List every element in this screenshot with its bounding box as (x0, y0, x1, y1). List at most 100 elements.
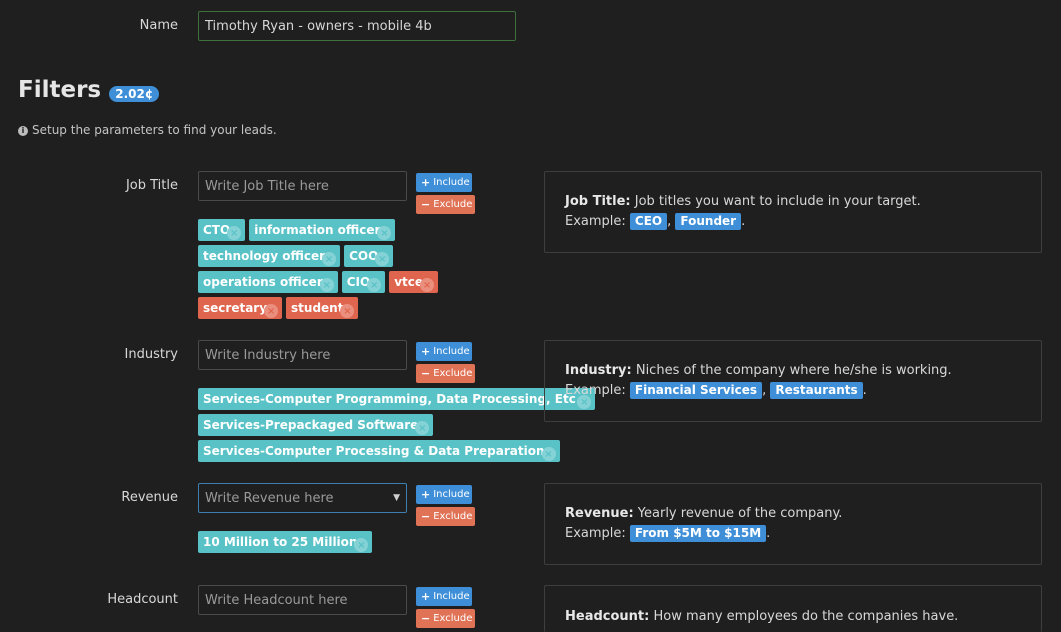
tag-operations-officer: operations officer × (198, 271, 338, 293)
revenue-help: Revenue: Yearly revenue of the company. … (544, 483, 1042, 565)
tag-text: secretary (203, 301, 268, 315)
filters-title: Filters (18, 77, 102, 103)
cost-badge: 2.02¢ (109, 85, 160, 102)
headcount-input[interactable]: Write Headcount here (198, 585, 407, 615)
tag-text: Services-Prepackaged Software (203, 418, 419, 432)
name-label: Name (139, 18, 178, 33)
help-text: Job titles you want to include in your t… (634, 194, 921, 209)
headcount-help-line: Headcount: How many employees do the com… (565, 607, 1021, 627)
tag-technology-officer: technology officer × (198, 245, 341, 267)
remove-tag-icon[interactable]: × (367, 278, 382, 292)
tag-student: student × (286, 297, 359, 319)
minus-icon: − (421, 198, 431, 211)
help-text: Yearly revenue of the company. (637, 506, 843, 521)
tag-text: Services-Computer Processing & Data Prep… (203, 444, 545, 458)
revenue-example-line: Example: From $5M to $15M. (565, 525, 771, 542)
help-title: Job Title: (565, 194, 631, 209)
tag-text: CTO (203, 223, 231, 237)
tag-secretary: secretary × (198, 297, 283, 319)
remove-tag-icon[interactable]: × (415, 421, 430, 435)
job-title-example-line: Example: CEO, Founder. (565, 213, 746, 230)
include-label: Include (433, 489, 470, 500)
example-tag: Restaurants (770, 382, 863, 399)
industry-tags: Services-Computer Programming, Data Proc… (198, 388, 596, 462)
job-title-help-line: Job Title: Job titles you want to includ… (565, 192, 1021, 212)
exclude-label: Exclude (433, 511, 473, 522)
tag-text: student (291, 301, 344, 315)
info-icon: i (18, 125, 28, 136)
revenue-label: Revenue (121, 490, 178, 505)
include-label: Include (433, 177, 470, 188)
industry-input[interactable]: Write Industry here (198, 340, 407, 370)
revenue-tags: 10 Million to 25 Million × (198, 531, 448, 553)
industry-exclude-button[interactable]: − Exclude (416, 364, 475, 383)
example-tag: Financial Services (629, 382, 763, 399)
job-title-exclude-button[interactable]: − Exclude (416, 195, 475, 214)
name-value: Timothy Ryan - owners - mobile 4b (205, 18, 432, 34)
remove-tag-icon[interactable]: × (541, 447, 556, 461)
name-input[interactable]: Timothy Ryan - owners - mobile 4b (198, 11, 516, 41)
include-label: Include (433, 591, 470, 602)
headcount-exclude-button[interactable]: − Exclude (416, 609, 475, 628)
minus-icon: − (421, 612, 431, 625)
remove-tag-icon[interactable]: × (377, 226, 392, 240)
job-title-placeholder: Write Job Title here (205, 178, 329, 194)
tag-industry-processing: Services-Computer Processing & Data Prep… (198, 440, 560, 462)
plus-icon: + (421, 488, 431, 501)
industry-example-line: Example: Financial Services, Restaurants… (565, 382, 867, 399)
example-tag: Founder (675, 213, 742, 230)
remove-tag-icon[interactable]: × (264, 304, 279, 318)
example-tag: From $5M to $15M (629, 525, 767, 542)
filters-hint: i Setup the parameters to find your leads… (18, 123, 277, 137)
exclude-label: Exclude (433, 199, 473, 210)
tag-text: operations officer (203, 275, 323, 289)
help-title: Industry: (565, 363, 632, 378)
tag-revenue-range: 10 Million to 25 Million × (198, 531, 373, 553)
caret-down-icon: ▼ (393, 493, 400, 503)
job-title-include-button[interactable]: + Include (416, 173, 472, 192)
headcount-include-button[interactable]: + Include (416, 587, 472, 606)
revenue-exclude-button[interactable]: − Exclude (416, 507, 475, 526)
tag-text: 10 Million to 25 Million (203, 535, 358, 549)
industry-help-line: Industry: Niches of the company where he… (565, 361, 1021, 381)
revenue-include-button[interactable]: + Include (416, 485, 472, 504)
remove-tag-icon[interactable]: × (354, 538, 369, 552)
tag-coo: COO × (344, 245, 394, 267)
headcount-placeholder: Write Headcount here (205, 592, 348, 608)
tag-vtce: vtce × (389, 271, 439, 293)
example-label: Example: (565, 214, 626, 229)
exclude-label: Exclude (433, 613, 473, 624)
industry-placeholder: Write Industry here (205, 347, 331, 363)
remove-tag-icon[interactable]: × (322, 252, 337, 266)
revenue-help-line: Revenue: Yearly revenue of the company. (565, 504, 1021, 524)
tag-information-officer: information officer × (249, 219, 396, 241)
tag-text: technology officer (203, 249, 326, 263)
headcount-help: Headcount: How many employees do the com… (544, 585, 1042, 632)
remove-tag-icon[interactable]: × (319, 278, 334, 292)
revenue-placeholder: Write Revenue here (205, 490, 334, 506)
example-label: Example: (565, 526, 626, 541)
tag-text: COO (349, 249, 379, 263)
remove-tag-icon[interactable]: × (340, 304, 355, 318)
remove-tag-icon[interactable]: × (227, 226, 242, 240)
tag-cio: CIO × (341, 271, 386, 293)
job-title-help: Job Title: Job titles you want to includ… (544, 171, 1042, 253)
filters-heading: Filters 2.02¢ (18, 77, 160, 103)
help-title: Revenue: (565, 506, 634, 521)
help-text: How many employees do the companies have… (653, 609, 959, 624)
tag-industry-prepackaged: Services-Prepackaged Software × (198, 414, 434, 436)
industry-include-button[interactable]: + Include (416, 342, 472, 361)
plus-icon: + (421, 590, 431, 603)
tag-text: information officer (254, 223, 381, 237)
remove-tag-icon[interactable]: × (375, 252, 390, 266)
minus-icon: − (421, 367, 431, 380)
industry-label: Industry (124, 347, 178, 362)
include-label: Include (433, 346, 470, 357)
tag-industry-programming: Services-Computer Programming, Data Proc… (198, 388, 596, 410)
tag-text: vtce (394, 275, 424, 289)
minus-icon: − (421, 510, 431, 523)
remove-tag-icon[interactable]: × (420, 278, 435, 292)
revenue-select[interactable]: Write Revenue here ▼ (198, 483, 407, 513)
job-title-label: Job Title (125, 178, 178, 193)
job-title-input[interactable]: Write Job Title here (198, 171, 407, 201)
